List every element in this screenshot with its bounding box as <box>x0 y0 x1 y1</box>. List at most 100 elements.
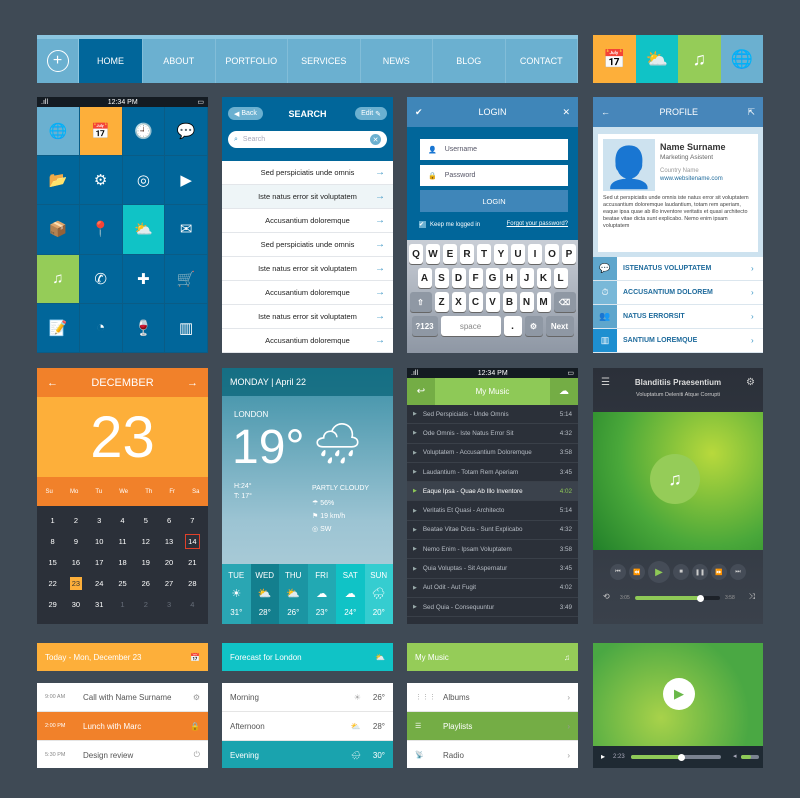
forecast-row[interactable]: Morning ☀ 26° <box>222 683 393 712</box>
nav-item-news[interactable]: NEWS <box>361 39 433 83</box>
app-tile-bar-chart[interactable]: ▥ <box>165 303 208 353</box>
calendar-day[interactable]: 8 <box>41 531 64 552</box>
clear-icon[interactable]: ✕ <box>370 134 381 145</box>
search-result[interactable]: Sed perspiciatis unde omnis → <box>222 233 393 257</box>
shift-key[interactable]: ⇧ <box>409 292 432 312</box>
key-y[interactable]: Y <box>494 244 508 264</box>
keep-logged-checkbox[interactable]: ✔ Keep me logged in <box>419 221 480 228</box>
key-v[interactable]: V <box>485 292 500 312</box>
profile-link[interactable]: 💬 ISTENATUS VOLUPTATEM › <box>593 257 763 281</box>
forecast-row[interactable]: Afternoon ⛅ 28° <box>222 712 393 741</box>
add-button[interactable]: + <box>37 39 79 83</box>
nav-item-blog[interactable]: BLOG <box>433 39 506 83</box>
key-l[interactable]: L <box>553 268 568 288</box>
track-row[interactable]: ▶ Laudantium - Totam Rem Aperiam 3:45 <box>407 463 578 483</box>
calendar-day[interactable]: 9 <box>64 531 87 552</box>
back-arrow-icon[interactable]: ← <box>601 107 610 117</box>
app-tile-weather[interactable]: ⛅ <box>122 205 166 255</box>
prev-month-icon[interactable]: ← <box>47 377 58 389</box>
calendar-day[interactable]: 21 <box>181 552 204 573</box>
username-field[interactable]: 👤 Username <box>420 139 568 160</box>
calendar-day[interactable]: 25 <box>111 573 134 594</box>
music-menu-row[interactable]: ⋮⋮⋮ Albums › <box>407 683 578 712</box>
share-icon[interactable]: ⇱ <box>747 107 755 118</box>
calendar-day[interactable]: 2 <box>134 594 157 615</box>
key-r[interactable]: R <box>460 244 474 264</box>
calendar-day[interactable]: 30 <box>64 594 87 615</box>
app-tile-location[interactable]: 📍 <box>79 205 123 255</box>
search-result[interactable]: Sed perspiciatis unde omnis → <box>222 161 393 185</box>
app-tile-chat[interactable]: 💬 <box>165 107 208 157</box>
key-t[interactable]: T <box>477 244 491 264</box>
password-field[interactable]: 🔒 Password <box>420 165 568 186</box>
music-menu-row[interactable]: ☰ Playlists › <box>407 712 578 741</box>
forgot-password-link[interactable]: Forgot your password? <box>507 221 568 227</box>
key-w[interactable]: W <box>426 244 440 264</box>
key-m[interactable]: M <box>536 292 551 312</box>
calendar-day[interactable]: 18 <box>111 552 134 573</box>
calendar-day[interactable]: 7 <box>181 510 204 531</box>
search-result[interactable]: Accusantium doloremque → <box>222 209 393 233</box>
track-row[interactable]: ▶ Nemo Enim - Ipsam Voluptatem 3:58 <box>407 540 578 560</box>
search-result[interactable]: Iste natus error sit voluptatem → <box>222 305 393 329</box>
settings-key[interactable]: ⚙ <box>524 316 543 336</box>
track-row[interactable]: ▶ Voluptatem - Accusantium Doloremque 3:58 <box>407 444 578 463</box>
calendar-day[interactable]: 15 <box>41 552 64 573</box>
track-row[interactable]: ▶ Beatae Vitae Dicta - Sunt Explicabo 4:32 <box>407 521 578 541</box>
backspace-key[interactable]: ⌫ <box>553 292 576 312</box>
key-b[interactable]: B <box>502 292 517 312</box>
video-play-button[interactable]: ▶ <box>663 678 695 710</box>
calendar-day[interactable]: 24 <box>88 573 111 594</box>
key-d[interactable]: D <box>451 268 466 288</box>
calendar-day[interactable]: 1 <box>41 510 64 531</box>
search-input[interactable]: ⌕ Search ✕ <box>228 131 387 148</box>
nav-item-home[interactable]: HOME <box>79 39 143 83</box>
forecast-row[interactable]: Evening 🌧 30° <box>222 741 393 768</box>
calendar-day[interactable]: 4 <box>181 594 204 615</box>
calendar-day[interactable]: 31 <box>88 594 111 615</box>
calendar-day[interactable]: 27 <box>157 573 180 594</box>
calendar-day[interactable]: 4 <box>111 510 134 531</box>
music-menu-row[interactable]: 📡 Radio › <box>407 741 578 768</box>
app-tile-mail[interactable]: ✉ <box>165 205 208 255</box>
calendar-day[interactable]: 14 <box>181 531 204 552</box>
calendar-day[interactable]: 26 <box>134 573 157 594</box>
first-track-button[interactable]: ⏮ <box>610 564 626 580</box>
track-row[interactable]: ▶ Veritatis Et Quasi - Architecto 5:14 <box>407 501 578 521</box>
app-tile-music[interactable]: ♫ <box>37 254 80 304</box>
key-z[interactable]: Z <box>434 292 449 312</box>
key-e[interactable]: E <box>443 244 457 264</box>
back-icon[interactable]: ↩ <box>407 378 435 405</box>
shuffle-icon[interactable]: ⤨ <box>749 592 755 602</box>
track-row[interactable]: ▶ Sed Quia - Consequuntur 3:49 <box>407 598 578 618</box>
calendar-day[interactable]: 29 <box>41 594 64 615</box>
search-result[interactable]: Iste natus error sit voluptatem → <box>222 185 393 209</box>
video-progress-knob[interactable] <box>677 753 685 761</box>
app-tile-calendar[interactable]: 📅 <box>79 107 123 157</box>
calendar-day[interactable]: 2 <box>64 510 87 531</box>
key-g[interactable]: G <box>485 268 500 288</box>
track-row[interactable]: ▶ Quia Voluptas - Sit Aspernatur 3:45 <box>407 559 578 579</box>
calendar-day[interactable]: 5 <box>134 510 157 531</box>
app-tile-video[interactable]: ▶ <box>165 156 208 206</box>
close-icon[interactable]: ✕ <box>562 107 570 118</box>
calendar-day[interactable]: 1 <box>111 594 134 615</box>
nav-item-portfolio[interactable]: PORTFOLIO <box>216 39 288 83</box>
calendar-day[interactable]: 20 <box>157 552 180 573</box>
login-button[interactable]: LOGIN <box>420 190 568 212</box>
player-progress-knob[interactable] <box>697 594 705 602</box>
tile-globe[interactable]: 🌐 <box>720 35 763 83</box>
cloud-download-icon[interactable]: ☁ <box>550 378 578 405</box>
pause-button[interactable]: ❚❚ <box>692 564 708 580</box>
calendar-day[interactable]: 10 <box>88 531 111 552</box>
profile-link[interactable]: ⏱ ACCUSANTIUM DOLOREM › <box>593 281 763 305</box>
track-row[interactable]: ▶ Ode Omnis - Iste Natus Error Sit 4:32 <box>407 424 578 444</box>
search-result[interactable]: Accusantium doloremque → <box>222 329 393 353</box>
key-k[interactable]: K <box>536 268 551 288</box>
search-result[interactable]: Iste natus error sit voluptatem → <box>222 257 393 281</box>
app-tile-phone[interactable]: ✆ <box>79 254 123 304</box>
event-row[interactable]: 9:00 AM Call with Name Surname ⚙ <box>37 683 208 712</box>
fast-forward-button[interactable]: ⏩ <box>711 564 727 580</box>
calendar-day[interactable]: 28 <box>181 573 204 594</box>
key-o[interactable]: O <box>545 244 559 264</box>
